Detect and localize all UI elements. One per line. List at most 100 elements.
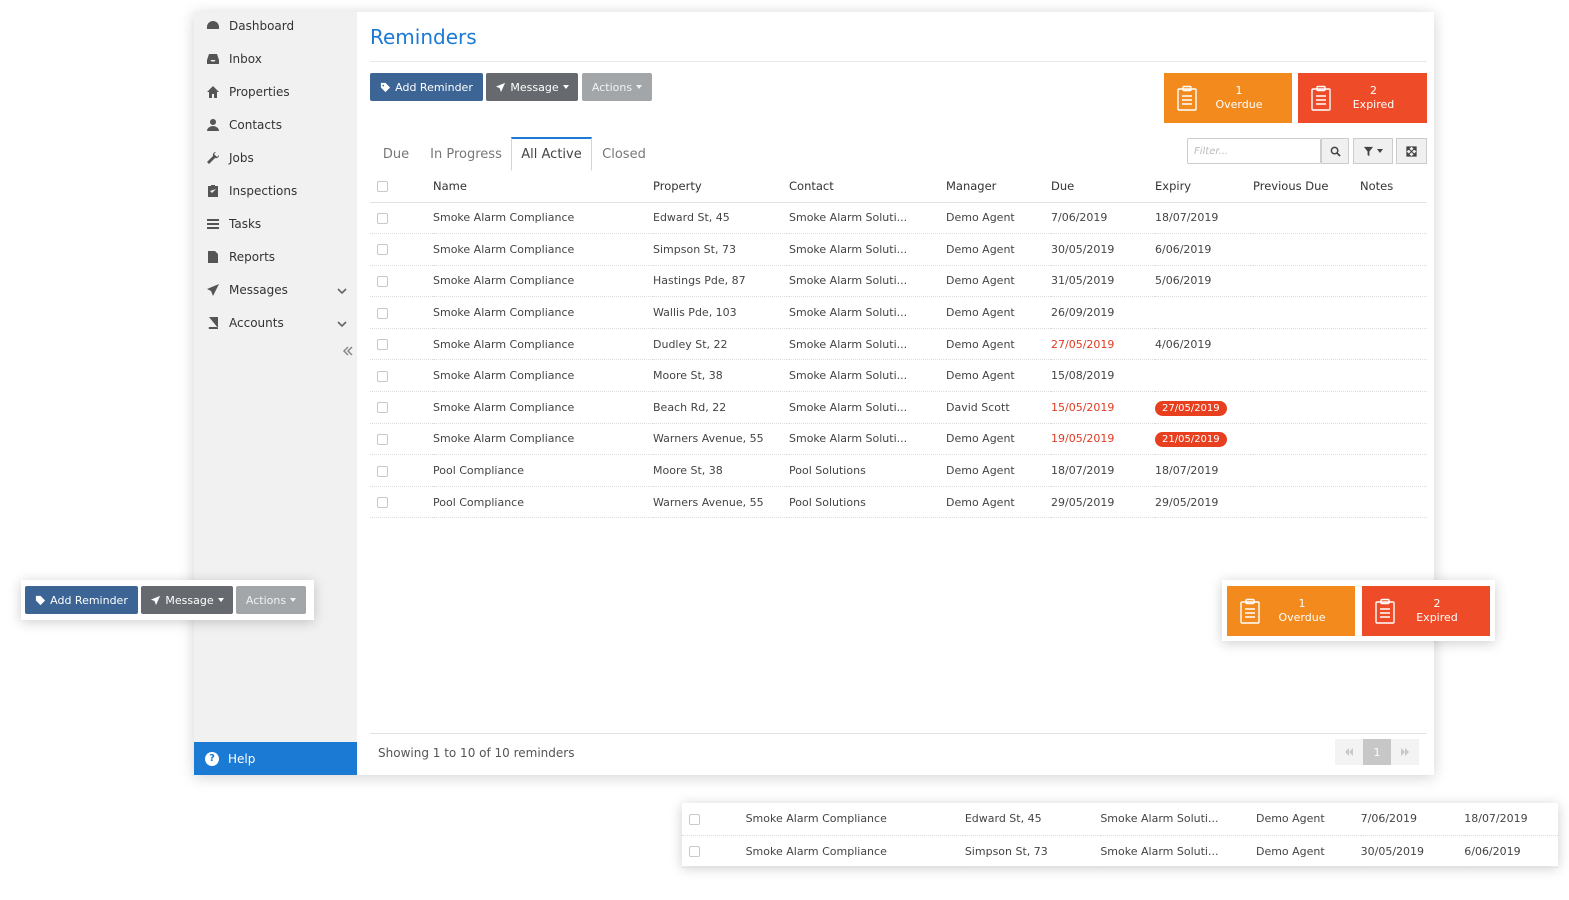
row-checkbox[interactable] — [377, 402, 388, 414]
overdue-tile[interactable]: 1 Overdue — [1227, 586, 1355, 636]
name-cell[interactable]: Smoke Alarm Compliance — [433, 296, 653, 329]
prev-page-button[interactable] — [1335, 739, 1363, 765]
row-checkbox[interactable] — [377, 465, 388, 477]
table-row[interactable]: Pool Compliance Moore St, 38 Pool Solution… — [370, 454, 1427, 487]
select-all-checkbox[interactable] — [377, 181, 388, 193]
name-cell[interactable]: Pool Compliance — [433, 486, 653, 519]
overdue-tile[interactable]: 1 Overdue — [1164, 73, 1292, 123]
name-cell[interactable]: Smoke Alarm Compliance — [433, 233, 653, 266]
name-cell[interactable]: Pool Compliance — [433, 454, 653, 487]
expired-tile[interactable]: 2 Expired — [1362, 586, 1490, 636]
expired-label: Expired — [1416, 611, 1458, 624]
actions-label: Actions — [591, 80, 633, 94]
sidebar-item-reports[interactable]: Reports — [194, 243, 357, 271]
contact-cell: Smoke Alarm Soluti... — [789, 391, 946, 424]
name-cell[interactable]: Smoke Alarm Compliance — [433, 265, 653, 298]
contact-cell: Smoke Alarm Soluti... — [789, 423, 946, 456]
tab-closed[interactable]: Closed — [593, 137, 655, 171]
table-row[interactable]: Smoke Alarm Compliance Wallis Pde, 103 Smo… — [370, 296, 1427, 329]
notes-cell — [1360, 202, 1427, 235]
main-content: Reminders Add Reminder Message Actions 1… — [357, 12, 1434, 775]
sidebar-item-accounts[interactable]: Accounts — [194, 309, 357, 337]
row-checkbox[interactable] — [377, 212, 388, 224]
column-header-contact[interactable]: Contact — [789, 171, 946, 203]
table-row[interactable]: Smoke Alarm Compliance Simpson St, 73 Smok… — [682, 835, 1558, 868]
column-header-property[interactable]: Property — [653, 171, 789, 203]
message-button[interactable]: Message — [486, 73, 578, 101]
column-header-due[interactable]: Due — [1051, 171, 1155, 203]
name-cell[interactable]: Smoke Alarm Compliance — [745, 803, 965, 836]
expiry-cell-wrap: 6/06/2019 — [1464, 835, 1558, 868]
table-row[interactable]: Smoke Alarm Compliance Edward St, 45 Smoke… — [370, 202, 1427, 235]
property-cell: Wallis Pde, 103 — [653, 296, 789, 329]
clipboard-check-icon — [205, 183, 221, 199]
expiry-cell: 6/06/2019 — [1464, 844, 1521, 858]
row-checkbox[interactable] — [377, 370, 388, 382]
sidebar-item-label: Accounts — [229, 316, 284, 330]
table-row[interactable]: Smoke Alarm Compliance Warners Avenue, 55… — [370, 423, 1427, 456]
sidebar-item-inspections[interactable]: Inspections — [194, 177, 357, 205]
next-page-button[interactable] — [1391, 739, 1419, 765]
tab-label: In Progress — [430, 146, 502, 162]
table-row[interactable]: Smoke Alarm Compliance Edward St, 45 Smoke… — [682, 803, 1558, 836]
sidebar-item-inbox[interactable]: Inbox — [194, 45, 357, 73]
expiry-cell: 18/07/2019 — [1464, 812, 1528, 826]
filter-dropdown-button[interactable] — [1353, 138, 1393, 164]
name-cell[interactable]: Smoke Alarm Compliance — [745, 835, 965, 868]
add-reminder-button[interactable]: Add Reminder — [370, 73, 483, 101]
row-checkbox[interactable] — [377, 497, 388, 509]
sidebar-item-jobs[interactable]: Jobs — [194, 144, 357, 172]
filter-input[interactable] — [1187, 138, 1321, 164]
actions-button[interactable]: Actions — [236, 586, 306, 614]
row-checkbox[interactable] — [377, 275, 388, 287]
name-cell[interactable]: Smoke Alarm Compliance — [433, 202, 653, 235]
table-row[interactable]: Smoke Alarm Compliance Simpson St, 73 Smok… — [370, 233, 1427, 266]
actions-button[interactable]: Actions — [582, 73, 652, 101]
row-checkbox[interactable] — [689, 813, 700, 825]
name-cell[interactable]: Smoke Alarm Compliance — [433, 359, 653, 393]
table-row[interactable]: Pool Compliance Warners Avenue, 55 Pool So… — [370, 486, 1427, 519]
table-row[interactable]: Smoke Alarm Compliance Moore St, 38 Smoke … — [370, 359, 1427, 393]
send-icon — [151, 595, 161, 605]
notes-cell — [1360, 233, 1427, 266]
message-button[interactable]: Message — [141, 586, 233, 614]
tab-due[interactable]: Due — [370, 137, 422, 171]
expiry-cell-wrap: 18/07/2019 — [1464, 803, 1558, 836]
name-cell[interactable]: Smoke Alarm Compliance — [433, 328, 653, 361]
row-checkbox[interactable] — [377, 433, 388, 445]
column-header-expiry[interactable]: Expiry — [1155, 171, 1253, 203]
table-row[interactable]: Smoke Alarm Compliance Dudley St, 22 Smoke… — [370, 328, 1427, 361]
add-reminder-label: Add Reminder — [50, 593, 128, 607]
name-cell[interactable]: Smoke Alarm Compliance — [433, 423, 653, 456]
sidebar-item-properties[interactable]: Properties — [194, 78, 357, 106]
row-checkbox[interactable] — [377, 307, 388, 319]
name-cell[interactable]: Smoke Alarm Compliance — [433, 391, 653, 424]
page-1-button[interactable]: 1 — [1363, 739, 1391, 765]
tab-in-progress[interactable]: In Progress — [422, 137, 510, 171]
row-checkbox[interactable] — [689, 846, 700, 857]
contact-cell: Smoke Alarm Soluti... — [789, 202, 946, 235]
column-header-previous-due[interactable]: Previous Due — [1253, 171, 1360, 203]
tab-all-active[interactable]: All Active — [511, 137, 592, 171]
collapse-sidebar-icon[interactable] — [342, 342, 354, 356]
expired-tile[interactable]: 2 Expired — [1298, 73, 1427, 123]
sidebar-item-dashboard[interactable]: Dashboard — [194, 12, 357, 40]
search-button[interactable] — [1321, 138, 1349, 164]
expand-button[interactable] — [1396, 138, 1427, 164]
overdue-label: Overdue — [1278, 611, 1326, 624]
column-header-notes[interactable]: Notes — [1360, 171, 1427, 203]
column-header-manager[interactable]: Manager — [946, 171, 1051, 203]
table-row[interactable]: Smoke Alarm Compliance Hastings Pde, 87 Sm… — [370, 265, 1427, 298]
sidebar-item-tasks[interactable]: Tasks — [194, 210, 357, 238]
help-button[interactable]: ? Help — [194, 742, 357, 775]
row-checkbox[interactable] — [377, 244, 388, 256]
table-row[interactable]: Smoke Alarm Compliance Beach Rd, 22 Smoke … — [370, 391, 1427, 424]
add-reminder-button[interactable]: Add Reminder — [25, 586, 138, 614]
tag-icon — [381, 82, 391, 92]
sidebar-item-contacts[interactable]: Contacts — [194, 111, 357, 139]
sidebar-item-messages[interactable]: Messages — [194, 276, 357, 304]
row-checkbox[interactable] — [377, 339, 388, 351]
column-header-name[interactable]: Name — [433, 171, 653, 203]
send-icon — [205, 282, 221, 298]
book-icon — [205, 315, 221, 331]
